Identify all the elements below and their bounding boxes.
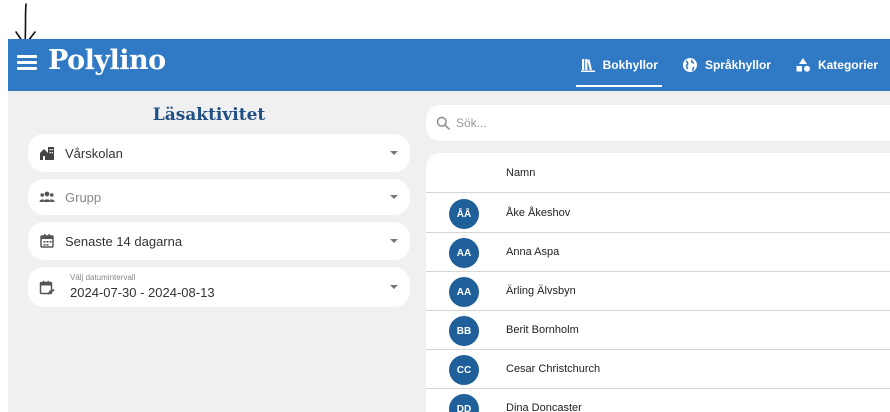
avatar: AA bbox=[449, 238, 479, 268]
hamburger-menu-icon[interactable] bbox=[17, 55, 37, 71]
search-field[interactable]: Sök... bbox=[426, 105, 890, 141]
date-range-value: 2024-07-30 - 2024-08-13 bbox=[70, 285, 215, 300]
student-name: Dina Doncaster bbox=[506, 402, 582, 412]
group-select[interactable]: Grupp bbox=[28, 179, 410, 215]
nav-label: Kategorier bbox=[817, 58, 878, 72]
chevron-down-icon bbox=[390, 195, 398, 199]
nav-label: Bokhyllor bbox=[602, 58, 658, 72]
main-nav: Bokhyllor Språkhyllor Kategorier bbox=[568, 39, 890, 91]
group-icon bbox=[39, 191, 55, 202]
search-placeholder: Sök... bbox=[456, 116, 487, 130]
categories-icon bbox=[796, 58, 810, 72]
nav-item-sprakhyllor[interactable]: Språkhyllor bbox=[670, 39, 783, 91]
student-table: Namn ÅÅ Åke Åkeshov AA Anna Aspa AA Ärli… bbox=[426, 153, 890, 412]
table-row[interactable]: BB Berit Bornholm bbox=[426, 311, 890, 350]
table-header: Namn bbox=[426, 153, 890, 193]
table-row[interactable]: DD Dina Doncaster bbox=[426, 389, 890, 412]
chevron-down-icon bbox=[390, 151, 398, 155]
school-select[interactable]: Vårskolan bbox=[28, 134, 410, 172]
table-row[interactable]: CC Cesar Christchurch bbox=[426, 350, 890, 389]
date-range-label: Välj datumintervall bbox=[70, 273, 136, 282]
nav-item-bokhyllor[interactable]: Bokhyllor bbox=[568, 39, 670, 91]
main-content: Läsaktivitet Vårskolan Grupp Senaste 14 … bbox=[8, 91, 890, 412]
chevron-down-icon bbox=[390, 285, 398, 289]
table-row[interactable]: ÅÅ Åke Åkeshov bbox=[426, 194, 890, 233]
calendar-edit-icon bbox=[39, 280, 55, 295]
globe-icon bbox=[682, 58, 697, 72]
nav-label: Språkhyllor bbox=[704, 58, 771, 72]
avatar: DD bbox=[449, 394, 479, 412]
school-select-value: Vårskolan bbox=[65, 146, 123, 161]
bookshelf-icon bbox=[580, 59, 595, 72]
column-header-namn[interactable]: Namn bbox=[506, 167, 535, 179]
school-building-icon bbox=[40, 147, 54, 160]
table-row[interactable]: AA Anna Aspa bbox=[426, 233, 890, 272]
nav-item-kategorier[interactable]: Kategorier bbox=[783, 39, 890, 91]
page-title: Läsaktivitet bbox=[152, 105, 266, 125]
date-range-select[interactable]: Välj datumintervall 2024-07-30 - 2024-08… bbox=[28, 267, 410, 307]
student-name: Åke Åkeshov bbox=[506, 207, 571, 219]
calendar-icon bbox=[40, 234, 54, 248]
chevron-down-icon bbox=[390, 239, 398, 243]
top-navigation-bar: Polylino Bokhyllor Språkhyllor Kategorie… bbox=[8, 39, 890, 91]
period-select[interactable]: Senaste 14 dagarna bbox=[28, 222, 410, 260]
period-select-value: Senaste 14 dagarna bbox=[65, 234, 183, 249]
group-select-placeholder: Grupp bbox=[65, 190, 102, 205]
avatar: AA bbox=[449, 277, 479, 307]
student-name: Ärling Älvsbyn bbox=[506, 285, 576, 297]
avatar: CC bbox=[449, 355, 479, 385]
avatar: ÅÅ bbox=[449, 199, 479, 229]
student-name: Berit Bornholm bbox=[506, 324, 579, 336]
student-name: Anna Aspa bbox=[506, 246, 560, 258]
table-row[interactable]: AA Ärling Älvsbyn bbox=[426, 272, 890, 311]
app-logo[interactable]: Polylino bbox=[48, 45, 166, 76]
student-name: Cesar Christchurch bbox=[506, 363, 601, 375]
search-icon bbox=[436, 116, 450, 130]
avatar: BB bbox=[449, 316, 479, 346]
